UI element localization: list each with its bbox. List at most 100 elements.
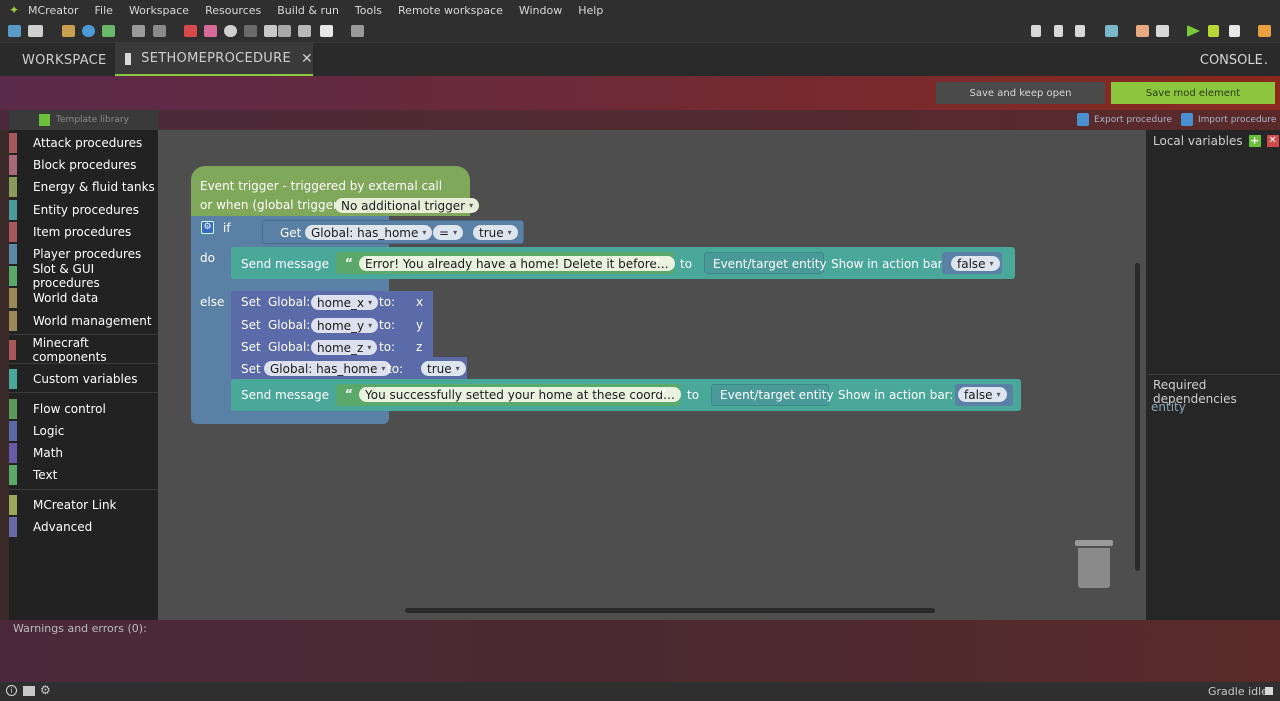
localization-icon[interactable] — [204, 25, 217, 37]
hammer-icon[interactable] — [1156, 25, 1169, 37]
menu-resources[interactable]: Resources — [205, 4, 261, 17]
template-library-button[interactable]: Template library — [9, 110, 159, 130]
category-minecraft-components[interactable]: Minecraft components — [9, 336, 158, 364]
save-keep-open-button[interactable]: Save and keep open — [936, 82, 1105, 104]
import-procedure-button[interactable]: Import procedure — [1181, 113, 1276, 126]
category-block-procedures[interactable]: Block procedures — [9, 154, 136, 176]
mcreator-logo-icon: ✦ — [8, 3, 20, 17]
armor-icon[interactable] — [244, 25, 257, 37]
stop-icon[interactable] — [1229, 25, 1240, 37]
operator-dropdown[interactable]: = — [433, 225, 464, 240]
push-icon[interactable] — [1075, 25, 1085, 37]
has-home-true-dropdown[interactable]: true — [421, 361, 466, 376]
get-variable-dropdown[interactable]: Global: has_home — [305, 225, 433, 240]
workspace-settings-icon[interactable] — [8, 25, 21, 37]
true-dropdown[interactable]: true — [473, 225, 518, 240]
to-colon-label-x: to: — [379, 295, 396, 309]
structure-icon[interactable] — [132, 25, 145, 37]
plugin-icon[interactable] — [320, 25, 333, 37]
get-variable-value: Global: has_home — [311, 225, 419, 240]
false-dropdown-1[interactable]: false — [951, 256, 1000, 271]
menu-mcreator[interactable]: MCreator — [28, 4, 79, 17]
category-world-management[interactable]: World management — [9, 310, 152, 332]
message-text-1[interactable]: Error! You already have a home! Delete i… — [359, 256, 675, 271]
trash-can-icon[interactable] — [1078, 548, 1110, 588]
category-math[interactable]: Math — [9, 442, 63, 464]
home-z-dropdown[interactable]: home_z — [311, 340, 378, 355]
gradle-stop-icon[interactable] — [1265, 687, 1273, 695]
has-home-value: Global: has_home — [270, 361, 378, 376]
tab-sethomeprocedure[interactable]: SETHOMEPROCEDURE ✕ — [115, 43, 313, 77]
horizontal-scrollbar[interactable] — [405, 608, 935, 613]
false-dropdown-2[interactable]: false — [958, 387, 1007, 402]
magnet-icon[interactable] — [278, 25, 291, 37]
image-icon[interactable] — [62, 25, 75, 37]
menu-file[interactable]: File — [95, 4, 113, 17]
save-mod-element-button[interactable]: Save mod element — [1111, 82, 1275, 104]
category-energy-fluid-tanks[interactable]: Energy & fluid tanks — [9, 176, 155, 198]
console-tab[interactable]: CONSOLE. — [1200, 43, 1268, 77]
category-label: Slot & GUI procedures — [32, 262, 100, 290]
category-color-bar — [9, 311, 17, 331]
category-color-bar — [9, 517, 17, 537]
menu-window[interactable]: Window — [519, 4, 562, 17]
settings-gear-icon[interactable]: ⚙ — [40, 683, 51, 697]
category-advanced[interactable]: Advanced — [9, 516, 92, 538]
global-trigger-dropdown[interactable]: No additional trigger — [335, 198, 480, 213]
open-quote-icon-1: “ — [345, 256, 353, 270]
category-item-procedures[interactable]: Item procedures — [9, 221, 131, 243]
tools-icon[interactable] — [298, 25, 311, 37]
variables-icon[interactable] — [184, 25, 197, 37]
close-tab-icon[interactable]: ✕ — [301, 51, 313, 67]
menu-tools[interactable]: Tools — [355, 4, 382, 17]
menu-workspace[interactable]: Workspace — [129, 4, 189, 17]
category-text[interactable]: Text — [9, 464, 57, 486]
menu-remote-workspace[interactable]: Remote workspace — [398, 4, 503, 17]
export-jar-icon[interactable] — [1258, 25, 1271, 37]
export-procedure-button[interactable]: Export procedure — [1077, 113, 1172, 126]
category-world-data[interactable]: World data — [9, 287, 98, 309]
category-custom-variables[interactable]: Custom variables — [9, 368, 137, 390]
message-text-2[interactable]: You successfully setted your home at the… — [359, 387, 681, 402]
home-y-dropdown[interactable]: home_y — [311, 318, 379, 333]
category-label: Energy & fluid tanks — [33, 180, 155, 194]
menu-help[interactable]: Help — [578, 4, 603, 17]
run-server-icon[interactable] — [1208, 25, 1219, 37]
blockly-workspace[interactable]: Event trigger - triggered by external ca… — [158, 130, 1146, 620]
home-x-dropdown[interactable]: home_x — [311, 295, 379, 310]
tab-workspace[interactable]: WORKSPACE — [22, 43, 107, 77]
category-separator — [9, 334, 158, 335]
event-trigger-line1: Event trigger - triggered by external ca… — [200, 179, 443, 193]
hand-icon[interactable] — [23, 686, 35, 696]
add-variable-icon[interactable]: + — [1248, 135, 1261, 147]
git-branch-icon[interactable] — [1031, 25, 1041, 37]
model-icon[interactable] — [153, 25, 166, 37]
to-colon-label-has-home: to: — [387, 362, 404, 376]
mutator-gear-icon[interactable]: ⚙ — [201, 221, 214, 234]
category-slot-gui-procedures[interactable]: Slot & GUI procedures — [9, 262, 158, 290]
category-logic[interactable]: Logic — [9, 420, 64, 442]
run-client-icon[interactable] — [1187, 25, 1200, 37]
category-attack-procedures[interactable]: Attack procedures — [9, 132, 142, 154]
category-label: MCreator Link — [33, 498, 117, 512]
category-entity-procedures[interactable]: Entity procedures — [9, 199, 139, 221]
clean-icon[interactable] — [1136, 25, 1149, 37]
menu-build-run[interactable]: Build & run — [277, 4, 339, 17]
has-home-dropdown[interactable]: Global: has_home — [264, 361, 392, 376]
to-colon-label-y: to: — [379, 318, 396, 332]
vertical-scrollbar[interactable] — [1135, 263, 1140, 571]
category-flow-control[interactable]: Flow control — [9, 398, 106, 420]
trash-lid-icon[interactable] — [1075, 540, 1113, 546]
wrench-icon[interactable] — [264, 25, 277, 37]
category-color-bar — [9, 288, 17, 308]
open-folder-icon[interactable] — [28, 25, 43, 37]
server-icon[interactable] — [351, 25, 364, 37]
pull-icon[interactable] — [1054, 25, 1063, 37]
sound-icon[interactable] — [82, 25, 95, 37]
folder-icon[interactable] — [1105, 25, 1118, 37]
remove-variable-icon[interactable]: ✕ — [1266, 135, 1279, 147]
paint-icon[interactable] — [224, 25, 237, 37]
info-icon[interactable]: i — [6, 685, 17, 696]
texture-icon[interactable] — [102, 25, 115, 37]
category-mcreator-link[interactable]: MCreator Link — [9, 494, 117, 516]
